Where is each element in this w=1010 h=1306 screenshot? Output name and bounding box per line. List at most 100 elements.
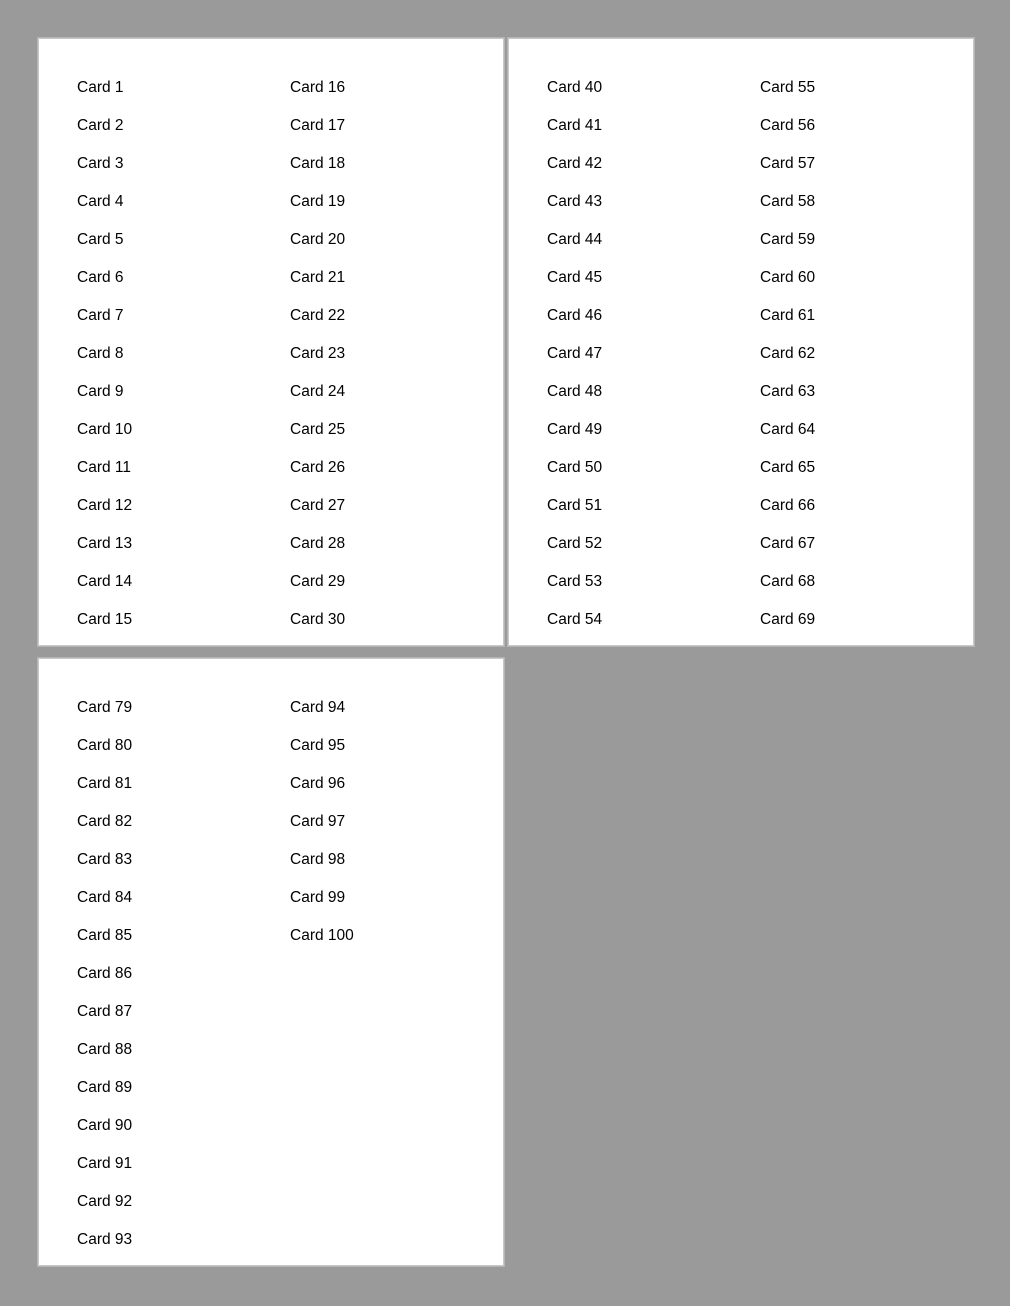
card-item[interactable]: Card 97 — [290, 803, 503, 841]
card-item[interactable]: Card 78 — [973, 373, 974, 411]
card-item[interactable]: Card 6 — [77, 259, 290, 297]
card-item[interactable]: Card 86 — [77, 955, 290, 993]
card-item[interactable]: Card 92 — [77, 1183, 290, 1221]
card-item[interactable]: Card 43 — [547, 183, 760, 221]
card-item[interactable]: Card 26 — [290, 449, 503, 487]
card-item[interactable]: Card 100 — [290, 917, 503, 955]
card-item[interactable]: Card 75 — [973, 259, 974, 297]
card-item[interactable]: Card 96 — [290, 765, 503, 803]
card-item[interactable]: Card 84 — [77, 879, 290, 917]
card-item[interactable]: Card 61 — [760, 297, 973, 335]
card-item[interactable]: Card 51 — [547, 487, 760, 525]
card-item[interactable]: Card 53 — [547, 563, 760, 601]
card-item[interactable]: Card 2 — [77, 107, 290, 145]
card-item[interactable]: Card 87 — [77, 993, 290, 1031]
card-panel-3[interactable]: Card 79 Card 80 Card 81 Card 82 Card 83 Card … — [37, 657, 505, 1267]
card-item[interactable]: Card 47 — [547, 335, 760, 373]
card-panel-2[interactable]: Card 40 Card 41 Card 42 Card 43 Card 44 Card … — [507, 37, 975, 647]
card-item[interactable]: Card 70 — [973, 69, 974, 107]
card-item[interactable]: Card 67 — [760, 525, 973, 563]
card-item[interactable]: Card 52 — [547, 525, 760, 563]
card-item[interactable]: Card 90 — [77, 1107, 290, 1145]
card-item[interactable]: Card 62 — [760, 335, 973, 373]
card-item[interactable]: Card 60 — [760, 259, 973, 297]
card-item[interactable]: Card 23 — [290, 335, 503, 373]
card-item[interactable]: Card 31 — [503, 69, 504, 107]
card-item[interactable]: Card 69 — [760, 601, 973, 639]
card-item[interactable]: Card 50 — [547, 449, 760, 487]
card-item[interactable]: Card 5 — [77, 221, 290, 259]
card-item[interactable]: Card 76 — [973, 297, 974, 335]
card-item[interactable]: Card 36 — [503, 259, 504, 297]
card-item[interactable]: Card 71 — [973, 107, 974, 145]
card-item[interactable]: Card 54 — [547, 601, 760, 639]
card-item[interactable]: Card 93 — [77, 1221, 290, 1259]
card-item[interactable]: Card 19 — [290, 183, 503, 221]
card-item[interactable]: Card 32 — [503, 107, 504, 145]
card-item[interactable]: Card 58 — [760, 183, 973, 221]
card-item[interactable]: Card 17 — [290, 107, 503, 145]
card-item[interactable]: Card 49 — [547, 411, 760, 449]
card-item[interactable]: Card 7 — [77, 297, 290, 335]
card-item[interactable]: Card 15 — [77, 601, 290, 639]
card-item[interactable]: Card 12 — [77, 487, 290, 525]
card-item[interactable]: Card 39 — [503, 373, 504, 411]
card-item[interactable]: Card 59 — [760, 221, 973, 259]
card-item[interactable]: Card 63 — [760, 373, 973, 411]
card-item[interactable]: Card 9 — [77, 373, 290, 411]
card-item[interactable]: Card 10 — [77, 411, 290, 449]
card-item[interactable]: Card 99 — [290, 879, 503, 917]
card-item[interactable]: Card 80 — [77, 727, 290, 765]
card-item[interactable]: Card 91 — [77, 1145, 290, 1183]
card-item[interactable]: Card 85 — [77, 917, 290, 955]
card-item[interactable]: Card 13 — [77, 525, 290, 563]
card-panel-1[interactable]: Card 1 Card 2 Card 3 Card 4 Card 5 Card 6 Card… — [37, 37, 505, 647]
card-item[interactable]: Card 44 — [547, 221, 760, 259]
card-item[interactable]: Card 41 — [547, 107, 760, 145]
card-item[interactable]: Card 57 — [760, 145, 973, 183]
card-item[interactable]: Card 38 — [503, 335, 504, 373]
card-item[interactable]: Card 95 — [290, 727, 503, 765]
card-item[interactable]: Card 27 — [290, 487, 503, 525]
card-item[interactable]: Card 34 — [503, 183, 504, 221]
card-item[interactable]: Card 24 — [290, 373, 503, 411]
card-item[interactable]: Card 55 — [760, 69, 973, 107]
card-item[interactable]: Card 65 — [760, 449, 973, 487]
card-item[interactable]: Card 45 — [547, 259, 760, 297]
card-item[interactable]: Card 3 — [77, 145, 290, 183]
card-item[interactable]: Card 73 — [973, 183, 974, 221]
card-item[interactable]: Card 1 — [77, 69, 290, 107]
card-item[interactable]: Card 4 — [77, 183, 290, 221]
card-item[interactable]: Card 48 — [547, 373, 760, 411]
card-item[interactable]: Card 94 — [290, 689, 503, 727]
card-item[interactable]: Card 89 — [77, 1069, 290, 1107]
card-item[interactable]: Card 46 — [547, 297, 760, 335]
card-item[interactable]: Card 40 — [547, 69, 760, 107]
card-item[interactable]: Card 11 — [77, 449, 290, 487]
card-item[interactable]: Card 20 — [290, 221, 503, 259]
card-item[interactable]: Card 74 — [973, 221, 974, 259]
card-item[interactable]: Card 42 — [547, 145, 760, 183]
card-item[interactable]: Card 28 — [290, 525, 503, 563]
card-item[interactable]: Card 56 — [760, 107, 973, 145]
card-item[interactable]: Card 81 — [77, 765, 290, 803]
card-item[interactable]: Card 64 — [760, 411, 973, 449]
card-item[interactable]: Card 30 — [290, 601, 503, 639]
card-item[interactable]: Card 98 — [290, 841, 503, 879]
card-item[interactable]: Card 25 — [290, 411, 503, 449]
card-item[interactable]: Card 16 — [290, 69, 503, 107]
card-item[interactable]: Card 66 — [760, 487, 973, 525]
card-item[interactable]: Card 14 — [77, 563, 290, 601]
card-item[interactable]: Card 79 — [77, 689, 290, 727]
card-item[interactable]: Card 72 — [973, 145, 974, 183]
card-item[interactable]: Card 33 — [503, 145, 504, 183]
card-item[interactable]: Card 77 — [973, 335, 974, 373]
card-item[interactable]: Card 37 — [503, 297, 504, 335]
card-item[interactable]: Card 21 — [290, 259, 503, 297]
card-item[interactable]: Card 18 — [290, 145, 503, 183]
card-item[interactable]: Card 82 — [77, 803, 290, 841]
card-item[interactable]: Card 83 — [77, 841, 290, 879]
card-item[interactable]: Card 22 — [290, 297, 503, 335]
card-item[interactable]: Card 88 — [77, 1031, 290, 1069]
card-item[interactable]: Card 68 — [760, 563, 973, 601]
